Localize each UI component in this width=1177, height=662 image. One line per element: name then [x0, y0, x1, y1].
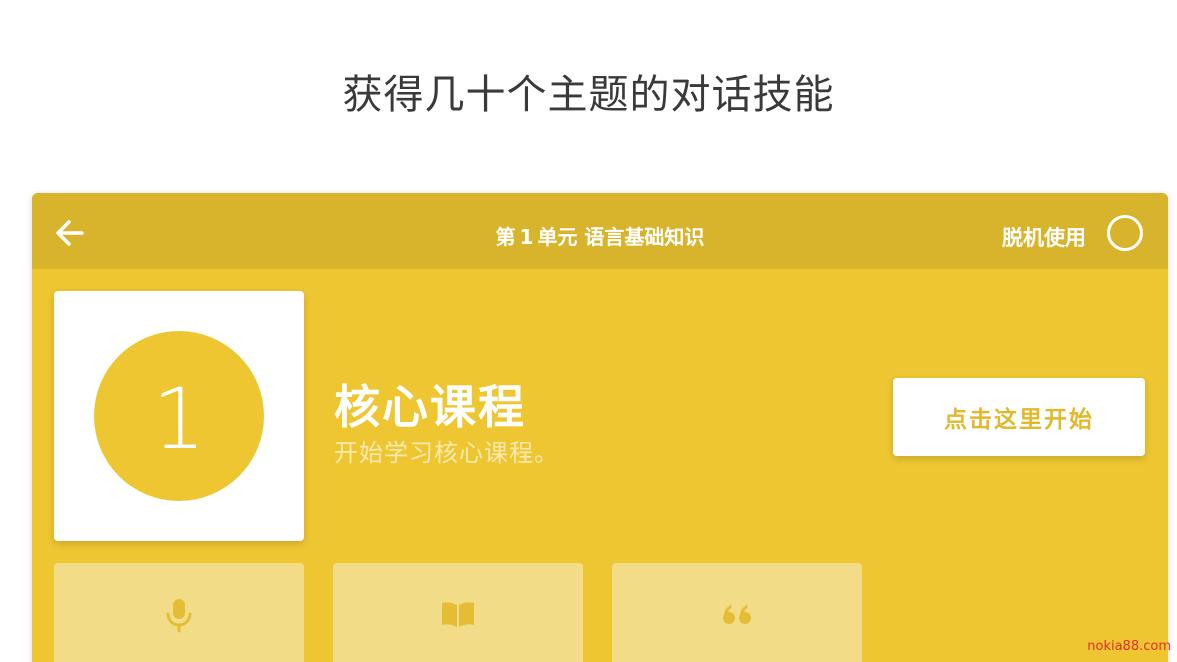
app-window: 第 1 单元 语言基础知识 脱机使用 1 核心课程 开始学习核心课程。 点击这里开始 — [32, 193, 1168, 662]
offline-toggle[interactable] — [1107, 215, 1143, 251]
lesson-title: 核心课程 — [334, 380, 526, 434]
back-button[interactable] — [52, 215, 88, 251]
lesson-number-badge: 1 — [94, 331, 264, 501]
offline-label: 脱机使用 — [1002, 226, 1086, 250]
quote-icon — [723, 605, 751, 624]
microphone-icon — [166, 599, 192, 633]
skill-tile-speaking[interactable] — [54, 563, 304, 662]
watermark: nokia88.com — [1087, 639, 1171, 654]
lesson-subtitle: 开始学习核心课程。 — [334, 439, 559, 467]
toolbar: 第 1 单元 语言基础知识 脱机使用 — [32, 193, 1168, 269]
toolbar-title-prefix: 第 — [495, 225, 516, 249]
unit-number: 1 — [519, 225, 534, 249]
toolbar-title-suffix: 单元 语言基础知识 — [537, 225, 705, 249]
lesson-thumbnail[interactable]: 1 — [54, 291, 304, 541]
start-lesson-button[interactable]: 点击这里开始 — [893, 378, 1145, 456]
lesson-number: 1 — [152, 370, 206, 468]
toolbar-title: 第 1 单元 语言基础知识 — [32, 221, 1168, 250]
page-headline: 获得几十个主题的对话技能 — [342, 72, 835, 118]
book-icon — [442, 602, 474, 627]
skill-tile-phrases[interactable] — [612, 563, 862, 662]
page: 获得几十个主题的对话技能 第 1 单元 语言基础知识 脱机使用 1 核心课程 开始学… — [0, 0, 1177, 662]
arrow-left-icon — [56, 220, 84, 246]
skill-tile-reading[interactable] — [333, 563, 583, 662]
